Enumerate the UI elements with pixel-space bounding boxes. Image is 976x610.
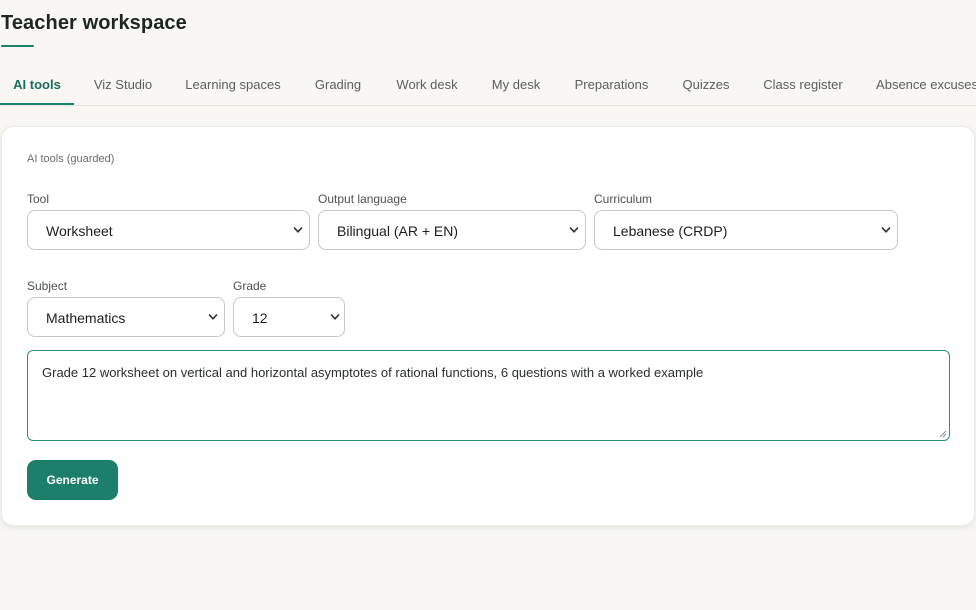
output-language-select[interactable]: Bilingual (AR + EN) [318, 210, 586, 250]
teacher-workspace-page: Teacher workspace AI tools Viz Studio Le… [0, 0, 976, 610]
tab-quizzes[interactable]: Quizzes [677, 66, 735, 104]
tool-select-value: Worksheet [46, 223, 113, 239]
chevron-down-icon [881, 227, 891, 233]
generate-button[interactable]: Generate [27, 460, 118, 500]
output-language-label: Output language [318, 192, 407, 206]
ai-tools-panel: AI tools (guarded) Tool Output language … [1, 126, 975, 526]
tab-my-desk[interactable]: My desk [486, 66, 546, 104]
subject-select[interactable]: Mathematics [27, 297, 225, 337]
resize-handle-icon[interactable] [938, 429, 947, 438]
tab-bar: AI tools Viz Studio Learning spaces Grad… [0, 66, 976, 106]
grade-label: Grade [233, 279, 267, 293]
curriculum-select[interactable]: Lebanese (CRDP) [594, 210, 898, 250]
curriculum-label: Curriculum [594, 192, 653, 206]
output-language-select-value: Bilingual (AR + EN) [337, 223, 458, 239]
tab-ai-tools[interactable]: AI tools [0, 66, 74, 105]
tool-select[interactable]: Worksheet [27, 210, 310, 250]
chevron-down-icon [293, 227, 303, 233]
subject-select-value: Mathematics [46, 310, 126, 326]
subject-label: Subject [27, 279, 68, 293]
title-underline [1, 45, 34, 47]
grade-select[interactable]: 12 [233, 297, 345, 337]
chevron-down-icon [330, 314, 340, 320]
panel-caption: AI tools (guarded) [27, 153, 115, 165]
tab-class-register[interactable]: Class register [757, 66, 849, 104]
prompt-text: Grade 12 worksheet on vertical and horiz… [42, 365, 704, 380]
prompt-textarea[interactable]: Grade 12 worksheet on vertical and horiz… [27, 350, 950, 441]
tab-learning-spaces[interactable]: Learning spaces [180, 66, 286, 104]
tab-absence-excuses[interactable]: Absence excuses [871, 66, 976, 104]
tab-grading[interactable]: Grading [308, 66, 368, 104]
tab-preparations[interactable]: Preparations [568, 66, 655, 104]
page-title: Teacher workspace [1, 12, 187, 34]
tab-viz-studio[interactable]: Viz Studio [88, 66, 158, 104]
tab-work-desk[interactable]: Work desk [390, 66, 464, 104]
chevron-down-icon [208, 314, 218, 320]
chevron-down-icon [569, 227, 579, 233]
curriculum-select-value: Lebanese (CRDP) [613, 223, 728, 239]
grade-select-value: 12 [252, 310, 268, 326]
tool-label: Tool [27, 192, 50, 206]
